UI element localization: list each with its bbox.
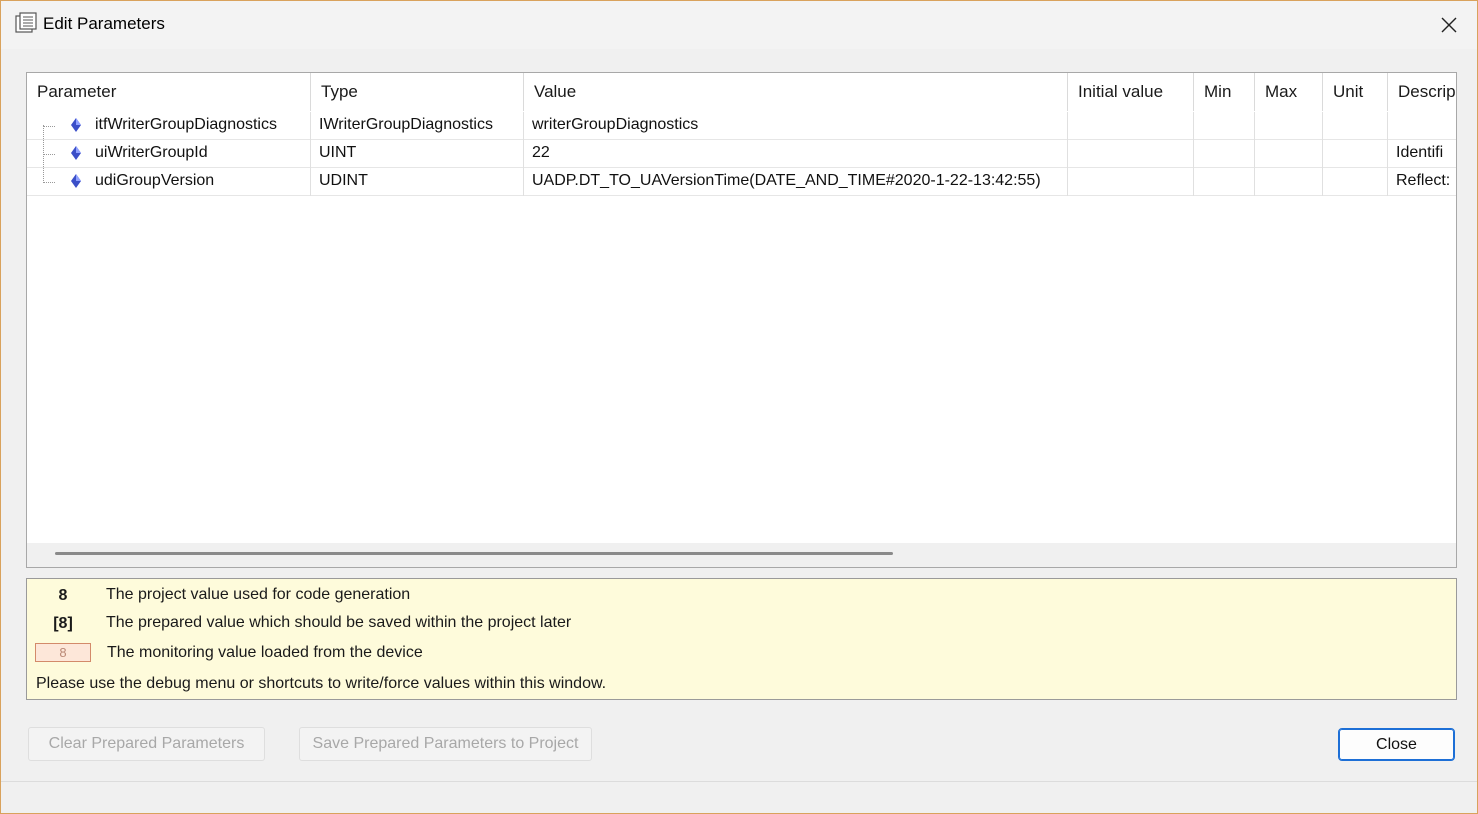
parameters-grid[interactable]: Parameter Type Value Initial value Min M… (26, 72, 1457, 568)
cell-parameter: uiWriterGroupId (87, 140, 311, 168)
column-header-unit[interactable]: Unit (1323, 73, 1388, 111)
cell-min (1194, 140, 1255, 168)
scrollbar-thumb[interactable] (55, 552, 893, 555)
cell-unit (1323, 168, 1388, 196)
cell-max (1255, 140, 1323, 168)
legend-symbol-project: 8 (58, 587, 68, 604)
cell-value[interactable]: 22 (524, 140, 1068, 168)
legend-text-prepared: The prepared value which should be saved… (106, 614, 572, 631)
variable-diamond-icon (71, 146, 81, 160)
clear-prepared-parameters-button[interactable]: Clear Prepared Parameters (28, 727, 265, 761)
cell-initial-value (1068, 112, 1194, 140)
cell-min (1194, 112, 1255, 140)
close-icon[interactable] (1431, 7, 1467, 43)
legend-text-project: The project value used for code generati… (106, 586, 411, 603)
cell-min (1194, 168, 1255, 196)
parameters-list-icon (15, 12, 37, 33)
column-header-type[interactable]: Type (311, 73, 524, 111)
dialog-title: Edit Parameters (43, 14, 165, 33)
variable-diamond-icon (71, 118, 81, 132)
legend-symbol-monitoring: 8 (35, 643, 91, 662)
cell-type: UDINT (311, 168, 524, 196)
cell-parameter: itfWriterGroupDiagnostics (87, 112, 311, 140)
cell-initial-value (1068, 140, 1194, 168)
legend-text-monitoring: The monitoring value loaded from the dev… (107, 644, 423, 661)
column-header-max[interactable]: Max (1255, 73, 1323, 111)
column-header-parameter[interactable]: Parameter (27, 73, 311, 111)
cell-value[interactable]: UADP.DT_TO_UAVersionTime(DATE_AND_TIME#2… (524, 168, 1068, 196)
legend-note: Please use the debug menu or shortcuts t… (36, 675, 607, 692)
cell-description (1388, 112, 1456, 140)
column-headers: Parameter Type Value Initial value Min M… (27, 73, 1456, 111)
cell-max (1255, 168, 1323, 196)
save-prepared-parameters-button[interactable]: Save Prepared Parameters to Project (299, 727, 592, 761)
title-bar: Edit Parameters (1, 1, 1477, 49)
close-button[interactable]: Close (1338, 728, 1455, 761)
cell-value[interactable]: writerGroupDiagnostics (524, 112, 1068, 140)
horizontal-scrollbar[interactable] (27, 543, 1456, 567)
variable-diamond-icon (71, 174, 81, 188)
cell-unit (1323, 140, 1388, 168)
column-header-value[interactable]: Value (524, 73, 1068, 111)
column-header-min[interactable]: Min (1194, 73, 1255, 111)
legend-panel: 8 The project value used for code genera… (26, 578, 1457, 700)
cell-initial-value (1068, 168, 1194, 196)
column-header-initial-value[interactable]: Initial value (1068, 73, 1194, 111)
cell-max (1255, 112, 1323, 140)
column-header-description[interactable]: Descrip (1388, 73, 1456, 111)
table-row[interactable]: itfWriterGroupDiagnostics IWriterGroupDi… (27, 112, 1456, 140)
cell-description: Reflect: (1396, 172, 1451, 189)
cell-type: IWriterGroupDiagnostics (311, 112, 524, 140)
cell-parameter: udiGroupVersion (87, 168, 311, 196)
legend-symbol-prepared: [8] (53, 615, 73, 632)
table-row[interactable]: uiWriterGroupId UINT 22 Identifi (27, 140, 1456, 168)
table-row[interactable]: udiGroupVersion UDINT UADP.DT_TO_UAVersi… (27, 168, 1456, 196)
cell-description: Identifi (1396, 144, 1444, 161)
edit-parameters-dialog: Edit Parameters Parameter Type Value Ini… (0, 0, 1478, 814)
cell-unit (1323, 112, 1388, 140)
cell-type: UINT (311, 140, 524, 168)
status-bar (1, 781, 1477, 813)
